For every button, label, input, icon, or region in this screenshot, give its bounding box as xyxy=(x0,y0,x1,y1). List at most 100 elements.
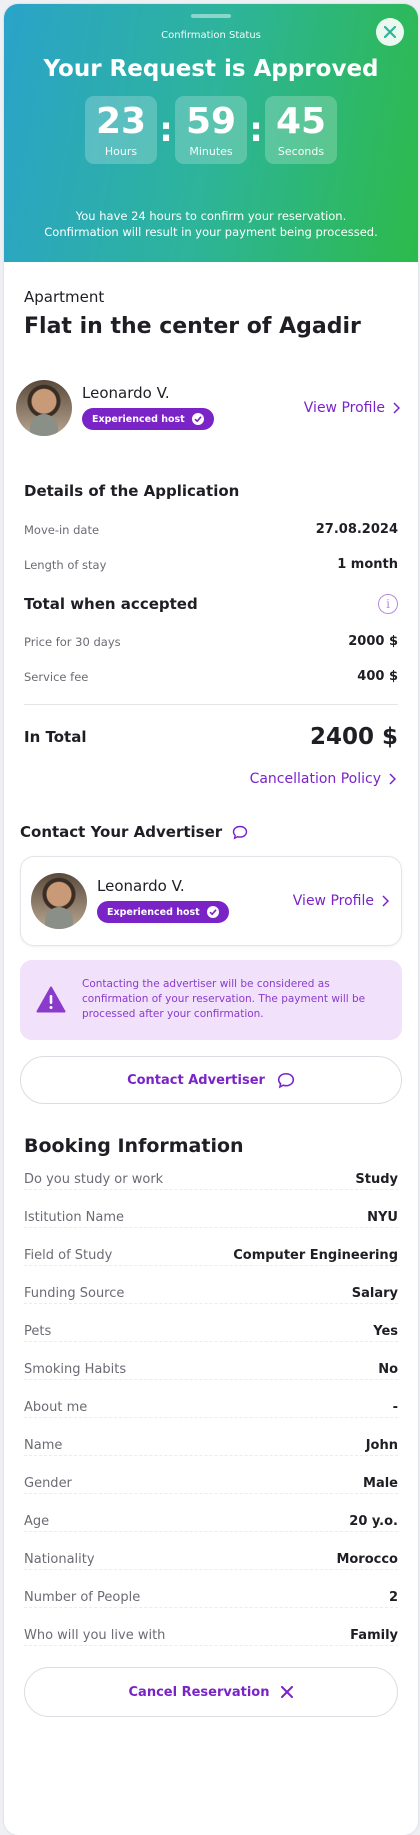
length-of-stay-row: Length of stay 1 month xyxy=(24,557,398,572)
view-profile-link[interactable]: View Profile xyxy=(293,893,389,909)
booking-row-label: Name xyxy=(24,1438,63,1453)
row-value: 1 month xyxy=(337,557,398,572)
move-in-row: Move-in date 27.08.2024 xyxy=(24,522,398,537)
booking-row: Age 20 y.o. xyxy=(24,1514,398,1532)
booking-row: Name John xyxy=(24,1438,398,1456)
timer-separator: : xyxy=(249,110,263,150)
timer-seconds: 45 Seconds xyxy=(265,96,337,164)
booking-row-label: Smoking Habits xyxy=(24,1362,127,1377)
listing-category: Apartment xyxy=(24,288,105,306)
booking-row: Number of People 2 xyxy=(24,1590,398,1608)
booking-row: Smoking Habits No xyxy=(24,1362,398,1380)
info-icon[interactable]: i xyxy=(378,594,398,614)
experienced-host-badge: Experienced host xyxy=(97,901,229,923)
chat-bubble-icon xyxy=(232,825,248,839)
timer-minutes-label: Minutes xyxy=(189,144,233,158)
booking-row-label: Age xyxy=(24,1514,50,1529)
avatar[interactable] xyxy=(16,380,72,436)
check-badge-icon xyxy=(191,413,204,425)
booking-row: Field of Study Computer Engineering xyxy=(24,1248,398,1266)
section-heading: Total when accepted xyxy=(24,595,198,613)
contact-advertiser-label: Contact Advertiser xyxy=(127,1072,265,1088)
booking-row-value: Family xyxy=(350,1628,398,1643)
in-total-value: 2400 $ xyxy=(309,724,398,750)
timer-minutes-value: 59 xyxy=(185,100,237,142)
booking-row-label: Funding Source xyxy=(24,1286,125,1301)
section-heading: Contact Your Advertiser xyxy=(20,823,223,841)
chevron-right-icon xyxy=(393,402,400,414)
confirmation-note-line: You have 24 hours to confirm your reserv… xyxy=(75,209,347,223)
booking-row-label: Who will you live with xyxy=(24,1628,166,1643)
total-heading-row: Total when accepted i xyxy=(24,594,398,614)
chevron-right-icon xyxy=(382,895,389,907)
booking-row-value: Morocco xyxy=(336,1552,398,1567)
row-label: Price for 30 days xyxy=(24,634,121,649)
cancel-reservation-label: Cancel Reservation xyxy=(128,1684,270,1700)
view-profile-link[interactable]: View Profile xyxy=(304,400,400,416)
badge-label: Experienced host xyxy=(92,413,185,425)
price-row: Price for 30 days 2000 $ xyxy=(24,634,398,649)
status-label: Confirmation Status xyxy=(161,30,261,41)
cancel-reservation-button[interactable]: Cancel Reservation xyxy=(24,1667,398,1717)
booking-row: Istitution Name NYU xyxy=(24,1210,398,1228)
in-total-label: In Total xyxy=(24,728,87,746)
booking-row: Nationality Morocco xyxy=(24,1552,398,1570)
service-fee-row: Service fee 400 $ xyxy=(24,669,398,684)
page-title: Your Request is Approved xyxy=(43,56,379,82)
booking-row-value: 20 y.o. xyxy=(349,1514,398,1529)
warning-text: Contacting the advertiser will be consid… xyxy=(82,978,366,1020)
confirmation-sheet: Confirmation Status Your Request is Appr… xyxy=(4,4,418,1835)
row-value: 27.08.2024 xyxy=(315,522,398,537)
cancellation-policy-label: Cancellation Policy xyxy=(249,771,381,787)
avatar[interactable] xyxy=(31,873,87,929)
booking-row-value: Salary xyxy=(351,1286,398,1301)
booking-row-value: Study xyxy=(355,1172,398,1187)
booking-row: Do you study or work Study xyxy=(24,1172,398,1190)
total-section: Total when accepted i Price for 30 days … xyxy=(24,594,398,684)
view-profile-label: View Profile xyxy=(303,400,385,416)
booking-row-label: Pets xyxy=(24,1324,52,1339)
confirmation-note-line: Confirmation will result in your payment… xyxy=(44,225,378,239)
host-name: Leonardo V. xyxy=(82,384,170,402)
drag-handle[interactable] xyxy=(191,14,231,18)
booking-row: Who will you live with Family xyxy=(24,1628,398,1646)
in-total-row: In Total 2400 $ xyxy=(24,724,398,750)
timer-hours-label: Hours xyxy=(104,144,138,158)
row-label: Service fee xyxy=(24,669,89,684)
booking-row-value: Male xyxy=(363,1476,398,1491)
booking-row-label: Nationality xyxy=(24,1552,95,1567)
cancellation-policy-link[interactable]: Cancellation Policy xyxy=(250,771,396,787)
warning-icon xyxy=(36,986,66,1013)
booking-row-label: Gender xyxy=(24,1476,72,1491)
row-value: 400 $ xyxy=(357,669,398,684)
row-label: Move-in date xyxy=(24,522,100,537)
warning-banner: Contacting the advertiser will be consid… xyxy=(20,960,402,1040)
booking-row-value: - xyxy=(392,1400,398,1415)
booking-row: Pets Yes xyxy=(24,1324,398,1342)
booking-row-label: Do you study or work xyxy=(24,1172,164,1187)
status-header: Confirmation Status Your Request is Appr… xyxy=(4,4,418,262)
booking-row-label: Field of Study xyxy=(24,1248,113,1263)
booking-row: Gender Male xyxy=(24,1476,398,1494)
section-heading: Details of the Application xyxy=(24,482,240,500)
chat-bubble-icon xyxy=(277,1072,295,1088)
booking-heading: Booking Information xyxy=(24,1135,244,1157)
divider xyxy=(24,704,398,705)
chevron-right-icon xyxy=(389,773,396,785)
booking-row-value: NYU xyxy=(367,1210,398,1225)
timer-minutes: 59 Minutes xyxy=(175,96,247,164)
timer-hours-value: 23 xyxy=(95,100,147,142)
badge-label: Experienced host xyxy=(107,906,200,918)
booking-row: About me - xyxy=(24,1400,398,1418)
booking-row-value: John xyxy=(365,1438,398,1453)
listing-title: Flat in the center of Agadir xyxy=(24,314,361,339)
contact-advertiser-button[interactable]: Contact Advertiser xyxy=(20,1056,402,1104)
booking-row-value: No xyxy=(378,1362,398,1377)
application-details: Details of the Application Move-in date … xyxy=(24,482,398,572)
view-profile-label: View Profile xyxy=(292,893,374,909)
booking-row-label: About me xyxy=(24,1400,88,1415)
booking-row-label: Istitution Name xyxy=(24,1210,125,1225)
timer-seconds-label: Seconds xyxy=(277,144,325,158)
host-summary: Leonardo V. Experienced host View Profil… xyxy=(16,380,406,438)
row-value: 2000 $ xyxy=(348,634,398,649)
